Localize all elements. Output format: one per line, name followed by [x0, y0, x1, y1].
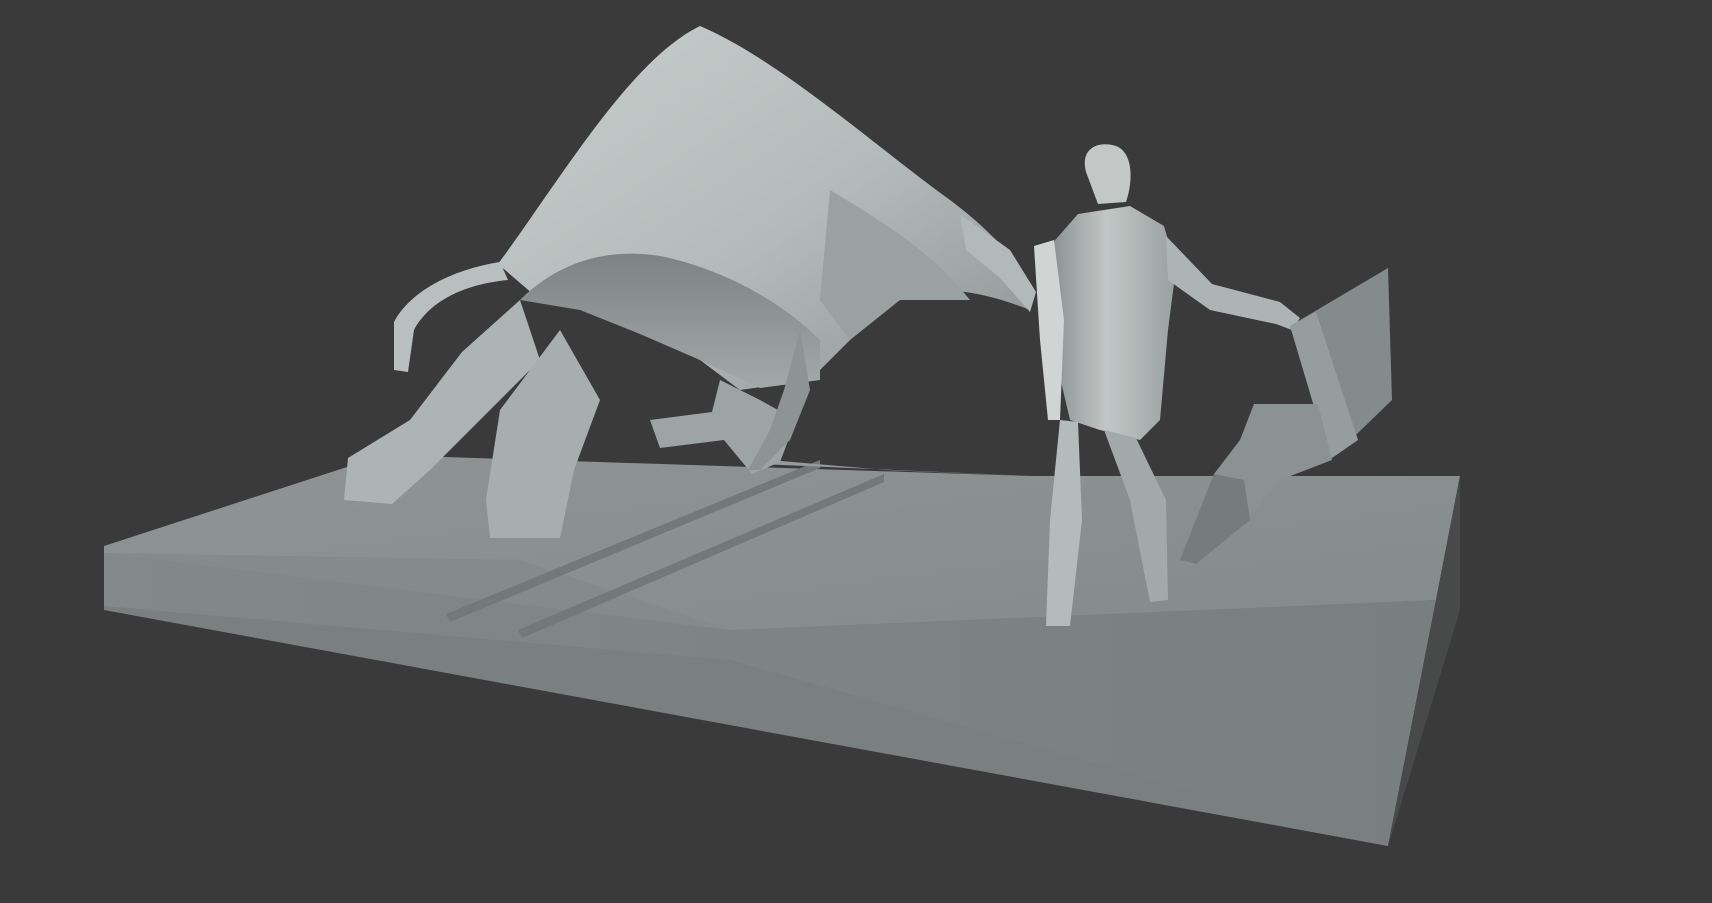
- scene-render: [104, 26, 1460, 846]
- matador-head: [1084, 144, 1131, 204]
- matador-arm: [1166, 236, 1300, 330]
- 3d-viewport[interactable]: [0, 0, 1712, 903]
- matador-torso: [1050, 206, 1176, 440]
- base-plinth: [104, 455, 1460, 846]
